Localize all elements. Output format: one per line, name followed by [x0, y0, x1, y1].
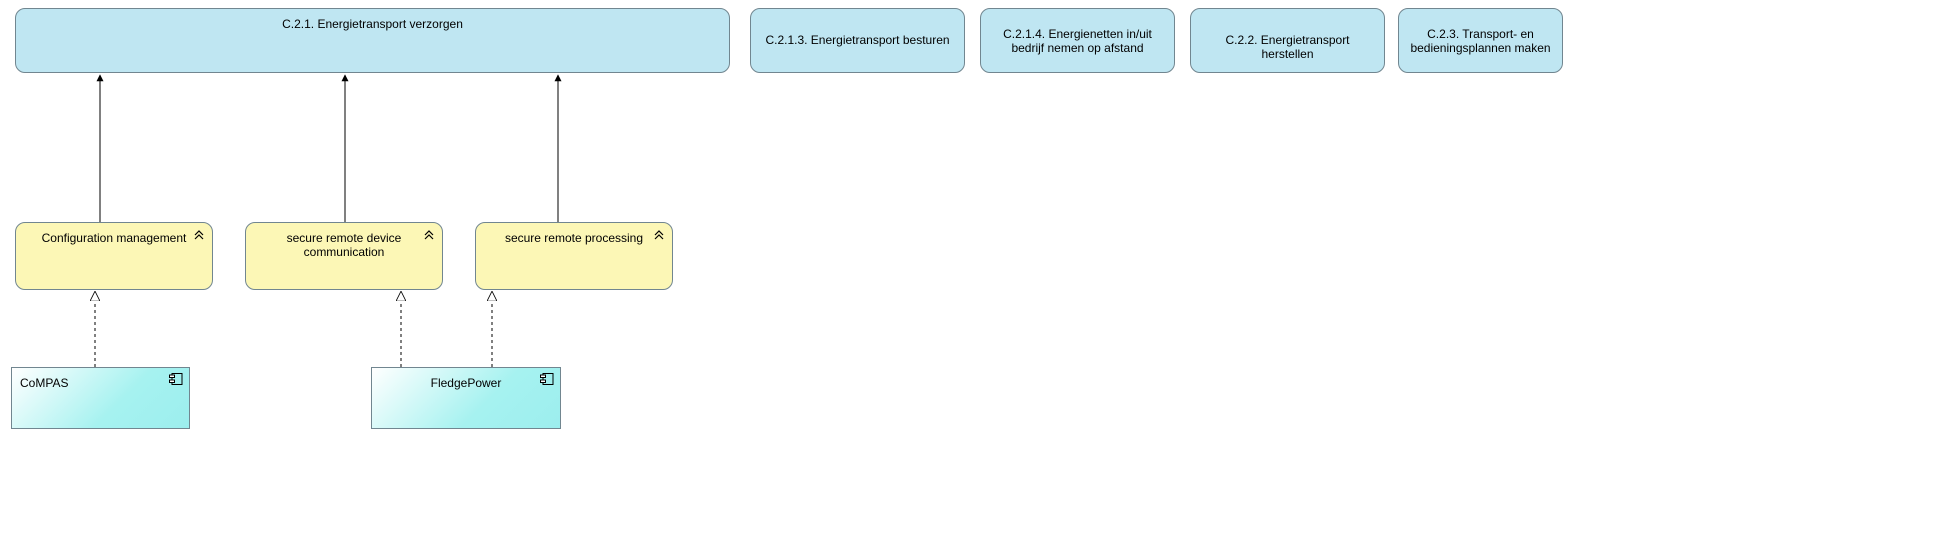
label-c213: C.2.1.3. Energietransport besturen: [759, 33, 956, 47]
node-secure-remote-processing[interactable]: secure remote processing: [475, 222, 673, 290]
node-configuration-management[interactable]: Configuration management: [15, 222, 213, 290]
capability-icon: [192, 227, 206, 244]
node-c214-energienetten[interactable]: C.2.1.4. Energienetten in/uit bedrijf ne…: [980, 8, 1175, 73]
label-compas: CoMPAS: [20, 376, 181, 390]
capability-icon: [422, 227, 436, 244]
node-c213-energietransport-besturen[interactable]: C.2.1.3. Energietransport besturen: [750, 8, 965, 73]
label-secure-comm: secure remote device communication: [254, 231, 434, 259]
node-c223-transport-bedieningsplannen[interactable]: C.2.3. Transport- en bedieningsplannen m…: [1398, 8, 1563, 73]
node-c21-energietransport-verzorgen[interactable]: C.2.1. Energietransport verzorgen: [15, 8, 730, 73]
label-c223: C.2.3. Transport- en bedieningsplannen m…: [1407, 27, 1554, 55]
capability-icon: [652, 227, 666, 244]
component-icon: [169, 372, 183, 389]
label-c222: C.2.2. Energietransport herstellen: [1199, 33, 1376, 61]
label-c21: C.2.1. Energietransport verzorgen: [24, 17, 721, 31]
node-fledgepower[interactable]: FledgePower: [371, 367, 561, 429]
component-icon: [540, 372, 554, 389]
label-c214: C.2.1.4. Energienetten in/uit bedrijf ne…: [989, 27, 1166, 55]
node-c222-energietransport-herstellen[interactable]: C.2.2. Energietransport herstellen: [1190, 8, 1385, 73]
label-config-mgmt: Configuration management: [24, 231, 204, 245]
node-secure-remote-device-communication[interactable]: secure remote device communication: [245, 222, 443, 290]
node-compas[interactable]: CoMPAS: [11, 367, 190, 429]
label-secure-proc: secure remote processing: [484, 231, 664, 245]
label-fledge: FledgePower: [380, 376, 552, 390]
